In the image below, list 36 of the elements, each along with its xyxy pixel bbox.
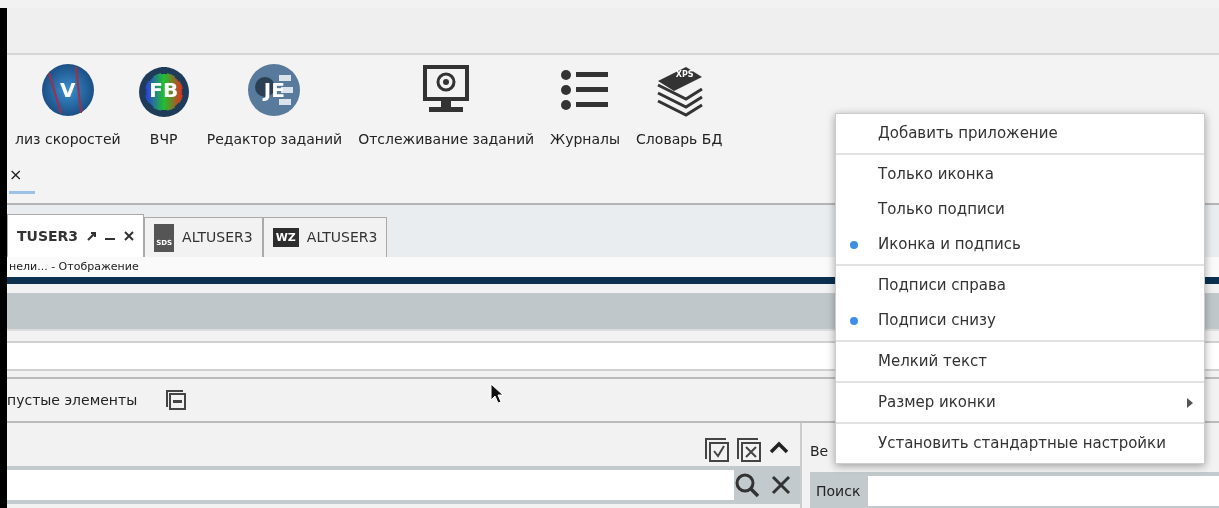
undock-icon[interactable] [86, 231, 97, 241]
search-icon[interactable] [734, 472, 760, 498]
menu-item[interactable]: Только иконка [836, 157, 1204, 192]
clear-icon[interactable] [770, 474, 792, 496]
tab[interactable]: WZ ALTUSER3 [262, 217, 388, 257]
icon-label: XPS [675, 71, 694, 79]
app-label[interactable]: лиз скоростей [15, 129, 121, 150]
filter-label: пустые элементы [7, 390, 138, 410]
submenu-arrow-icon [1186, 397, 1194, 408]
app-label[interactable]: Журналы [550, 129, 621, 150]
mouse-cursor-icon [490, 383, 506, 405]
search-field[interactable] [868, 476, 1219, 506]
menu-item[interactable]: Мелкий текст [836, 344, 1204, 379]
app-label[interactable]: Редактор заданий [206, 129, 343, 150]
menu-item[interactable]: Подписи снизу [836, 303, 1204, 338]
app-label[interactable]: ВЧР [149, 129, 178, 150]
app-label[interactable]: Отслеживание заданий [358, 129, 535, 150]
menu-item[interactable]: Установить стандартные настройки [836, 426, 1204, 461]
search-field[interactable] [7, 470, 734, 500]
menu-item[interactable]: Размер иконки [836, 385, 1204, 420]
menu-item[interactable]: Только подписи [836, 192, 1204, 227]
search-label: Поиск [816, 481, 861, 501]
flowchart-circle-icon[interactable] [247, 63, 302, 117]
velocity-circle-icon[interactable] [40, 63, 95, 117]
icon-label: V [60, 80, 76, 100]
tab[interactable]: TUSER3 [7, 214, 145, 257]
uncheck-all-icon[interactable] [736, 437, 762, 463]
panel-label: Ве [810, 443, 829, 459]
menu-item[interactable]: Добавить приложение [836, 116, 1204, 151]
check-all-icon[interactable] [704, 437, 730, 463]
close-button[interactable]: × [9, 167, 35, 194]
wz-icon: WZ [272, 228, 299, 247]
icon-label: JE [263, 80, 285, 100]
collapse-all-icon[interactable] [165, 389, 188, 411]
close-icon[interactable] [124, 231, 135, 241]
app-label[interactable]: Словарь БД [636, 129, 723, 150]
